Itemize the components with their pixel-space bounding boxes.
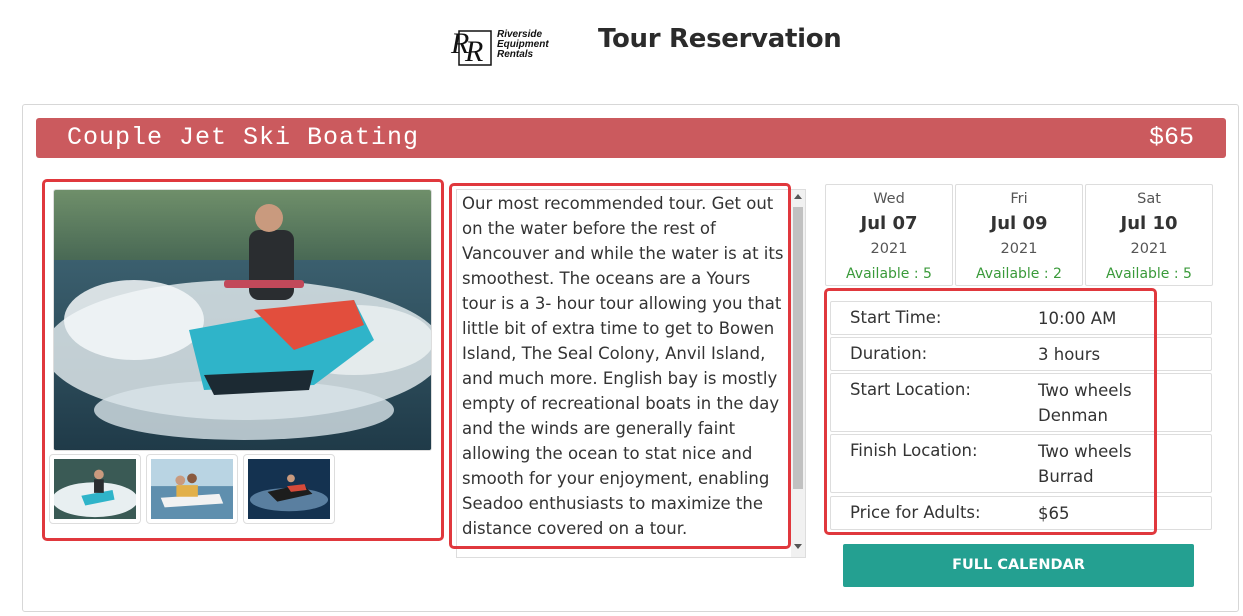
scroll-down-arrow-icon[interactable] bbox=[794, 544, 802, 549]
detail-label: Start Time: bbox=[850, 308, 942, 327]
detail-value: Two wheels Denman bbox=[1038, 381, 1132, 425]
rr-logo-icon: R R bbox=[450, 27, 492, 67]
detail-value: Two wheels Burrad bbox=[1038, 442, 1132, 486]
date-month-day: Jul 09 bbox=[990, 213, 1048, 234]
detail-row-start-location: Start Location: Two wheels Denman bbox=[830, 373, 1212, 432]
tour-name: Couple Jet Ski Boating bbox=[67, 123, 420, 152]
date-year: 2021 bbox=[1130, 241, 1168, 257]
tour-price: $65 bbox=[1148, 123, 1194, 152]
date-availability: Available : 2 bbox=[976, 266, 1062, 282]
detail-label: Finish Location: bbox=[850, 441, 978, 460]
detail-value: $65 bbox=[1038, 504, 1070, 523]
full-calendar-button[interactable]: FULL CALENDAR bbox=[843, 544, 1194, 587]
detail-value: 3 hours bbox=[1038, 345, 1101, 364]
date-card-jul-10[interactable]: Sat Jul 10 2021 Available : 5 bbox=[1085, 184, 1213, 286]
detail-row-price-adults: Price for Adults: $65 bbox=[830, 496, 1212, 530]
detail-label: Price for Adults: bbox=[850, 503, 981, 522]
detail-label: Start Location: bbox=[850, 380, 971, 399]
date-card-jul-07[interactable]: Wed Jul 07 2021 Available : 5 bbox=[825, 184, 953, 286]
jet-ski-thumbnail-1 bbox=[54, 459, 136, 519]
jet-ski-photo bbox=[54, 190, 431, 450]
page-title: Tour Reservation bbox=[598, 24, 842, 54]
date-month-day: Jul 10 bbox=[1120, 213, 1178, 234]
logo-text: Riverside Equipment Rentals bbox=[497, 29, 549, 60]
scroll-up-arrow-icon[interactable] bbox=[794, 194, 802, 199]
date-availability: Available : 5 bbox=[1106, 266, 1192, 282]
main-tour-image[interactable] bbox=[53, 189, 432, 451]
scrollbar-thumb[interactable] bbox=[793, 207, 803, 489]
date-weekday: Fri bbox=[1010, 191, 1028, 207]
jet-ski-thumbnail-3 bbox=[248, 459, 330, 519]
detail-row-start-time: Start Time: 10:00 AM bbox=[830, 301, 1212, 335]
date-year: 2021 bbox=[1000, 241, 1038, 257]
tour-banner: Couple Jet Ski Boating $65 bbox=[36, 118, 1226, 158]
detail-row-duration: Duration: 3 hours bbox=[830, 337, 1212, 371]
thumbnail-3[interactable] bbox=[243, 454, 335, 524]
tour-description: Our most recommended tour. Get out on th… bbox=[462, 194, 784, 538]
company-logo: R R Riverside Equipment Rentals bbox=[449, 25, 561, 67]
date-month-day: Jul 07 bbox=[860, 213, 918, 234]
thumbnail-2[interactable] bbox=[146, 454, 238, 524]
jet-ski-thumbnail-2 bbox=[151, 459, 233, 519]
date-weekday: Wed bbox=[873, 191, 905, 207]
date-weekday: Sat bbox=[1137, 191, 1161, 207]
date-availability: Available : 5 bbox=[846, 266, 932, 282]
thumbnail-1[interactable] bbox=[49, 454, 141, 524]
detail-label: Duration: bbox=[850, 344, 928, 363]
detail-value: 10:00 AM bbox=[1038, 309, 1117, 328]
date-card-jul-09[interactable]: Fri Jul 09 2021 Available : 2 bbox=[955, 184, 1083, 286]
svg-text:R: R bbox=[464, 35, 483, 67]
detail-row-finish-location: Finish Location: Two wheels Burrad bbox=[830, 434, 1212, 493]
date-year: 2021 bbox=[870, 241, 908, 257]
